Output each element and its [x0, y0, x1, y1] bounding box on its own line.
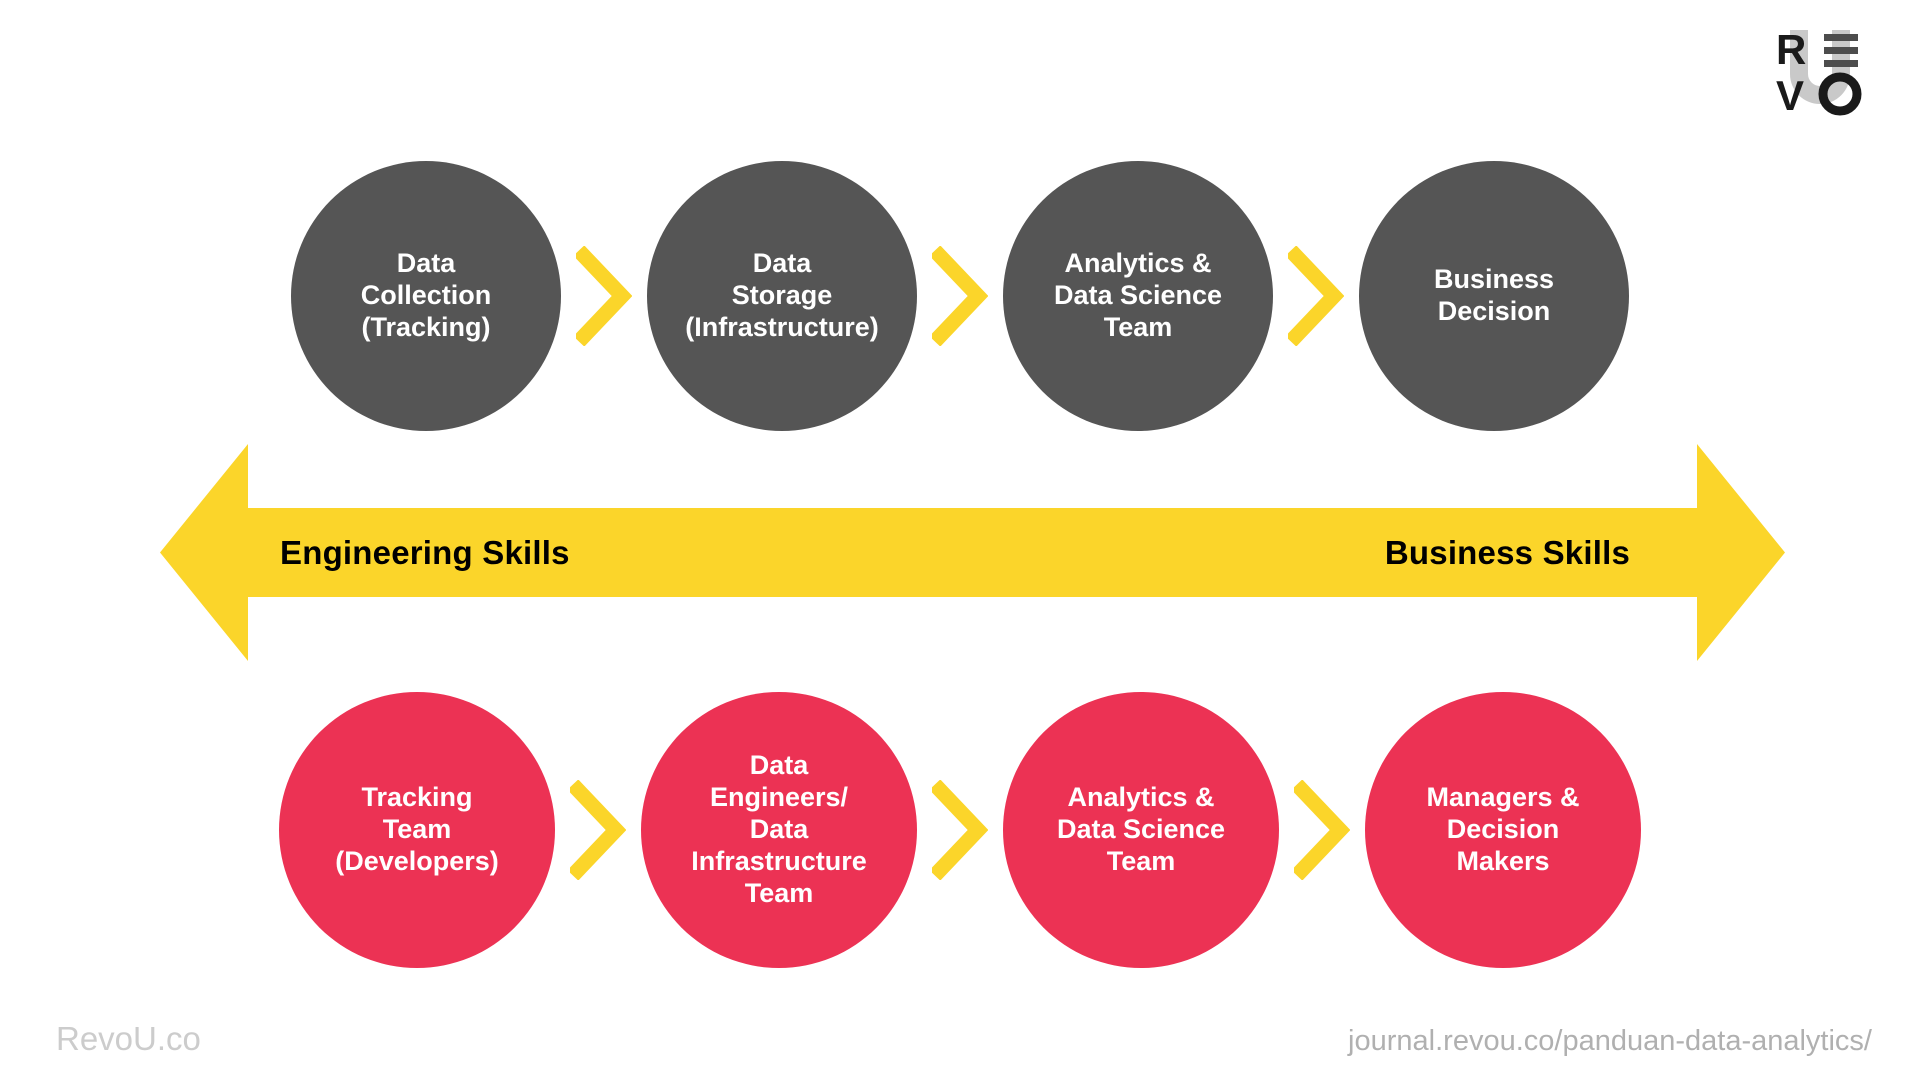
team-role-node[interactable]: Analytics & Data Science Team	[1003, 692, 1279, 968]
chevron-right-icon	[555, 774, 641, 886]
team-role-label: Managers & Decision Makers	[1426, 782, 1580, 876]
pipeline-stage-label: Data Storage (Infrastructure)	[685, 248, 879, 342]
pipeline-stage-label: Data Collection (Tracking)	[360, 248, 492, 342]
chevron-right-icon	[561, 240, 647, 352]
team-role-row: Tracking Team (Developers) Data Engineer…	[0, 692, 1920, 968]
team-role-node[interactable]: Data Engineers/ Data Infrastructure Team	[641, 692, 917, 968]
team-role-label: Tracking Team (Developers)	[335, 782, 499, 876]
pipeline-stage-node[interactable]: Data Collection (Tracking)	[291, 161, 561, 431]
chevron-right-icon	[1279, 774, 1365, 886]
business-skills-label: Business Skills	[1384, 533, 1630, 571]
pipeline-stage-node[interactable]: Business Decision	[1359, 161, 1629, 431]
chevron-right-icon	[917, 774, 1003, 886]
chevron-right-icon	[1273, 240, 1359, 352]
svg-text:R: R	[1776, 26, 1806, 73]
data-pipeline-stage-row: Data Collection (Tracking) Data Storage …	[0, 160, 1920, 432]
team-role-node[interactable]: Tracking Team (Developers)	[279, 692, 555, 968]
brand-footer: RevoU.co	[56, 1020, 201, 1057]
svg-text:V: V	[1776, 72, 1804, 117]
pipeline-stage-label: Analytics & Data Science Team	[1053, 248, 1223, 342]
chevron-right-icon	[917, 240, 1003, 352]
team-role-label: Analytics & Data Science Team	[1056, 782, 1226, 876]
pipeline-stage-node[interactable]: Analytics & Data Science Team	[1003, 161, 1273, 431]
pipeline-stage-node[interactable]: Data Storage (Infrastructure)	[647, 161, 917, 431]
revou-logo: R V	[1762, 12, 1882, 119]
team-role-node[interactable]: Managers & Decision Makers	[1365, 692, 1641, 968]
team-role-label: Data Engineers/ Data Infrastructure Team	[691, 750, 867, 908]
engineering-skills-label: Engineering Skills	[280, 533, 570, 571]
source-url-footer: journal.revou.co/panduan-data-analytics/	[1348, 1025, 1872, 1057]
pipeline-stage-label: Business Decision	[1433, 264, 1555, 326]
